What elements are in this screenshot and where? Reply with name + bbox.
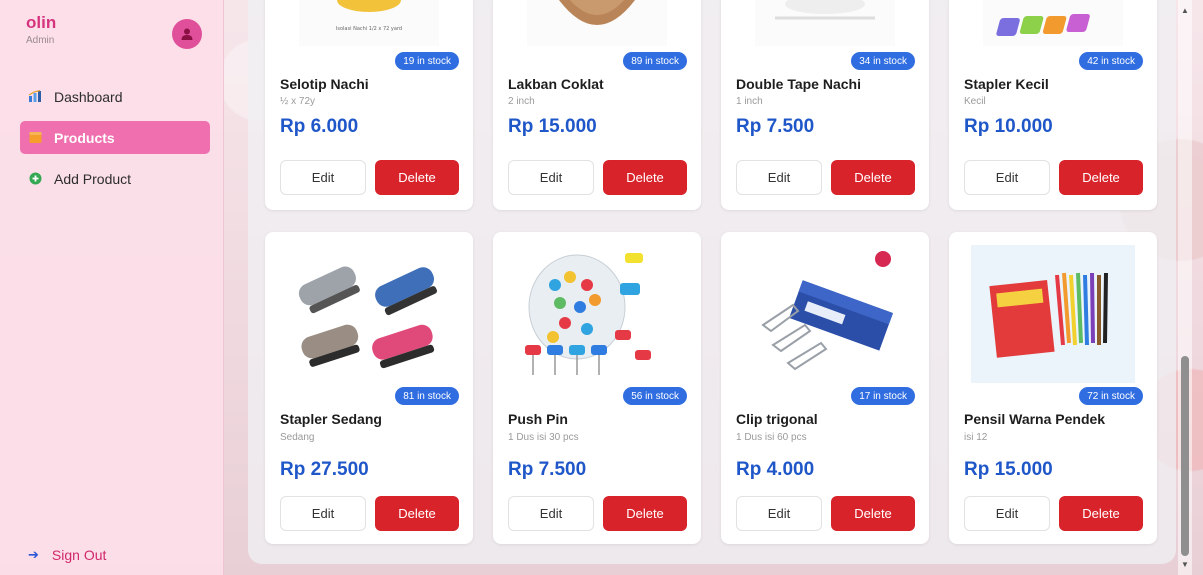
product-card: 72 in stock Pensil Warna Pendek isi 12 R… — [949, 232, 1157, 544]
product-name: Stapler Kecil — [964, 76, 1049, 92]
product-card: 17 in stock Clip trigonal 1 Dus isi 60 p… — [721, 232, 929, 544]
sidebar: olin Admin Dashboard Products Add Produc… — [0, 0, 224, 575]
product-description: isi 12 — [964, 432, 988, 443]
product-price: Rp 4.000 — [736, 459, 815, 480]
product-image — [743, 245, 907, 383]
product-description: 1 Dus isi 30 pcs — [508, 432, 579, 443]
product-name: Lakban Coklat — [508, 76, 604, 92]
plus-circle-icon — [28, 172, 42, 186]
product-image — [735, 0, 915, 46]
scroll-up-arrow-icon[interactable]: ▲ — [1181, 6, 1189, 15]
product-price: Rp 15.000 — [508, 116, 597, 137]
product-image — [971, 245, 1135, 383]
sidebar-item-add-product[interactable]: Add Product — [20, 162, 210, 195]
sign-out-button[interactable]: ➔ Sign Out — [28, 547, 106, 563]
edit-button[interactable]: Edit — [280, 496, 366, 531]
sidebar-nav: Dashboard Products Add Product — [20, 80, 210, 203]
product-name: Double Tape Nachi — [736, 76, 861, 92]
sidebar-item-label: Products — [54, 129, 115, 146]
stock-badge: 72 in stock — [1079, 387, 1143, 405]
delete-button[interactable]: Delete — [375, 160, 459, 195]
product-card: Isolasi Nachi 1/2 x 72 yard 19 in stock … — [265, 0, 473, 210]
delete-button[interactable]: Delete — [1059, 160, 1143, 195]
product-image — [507, 0, 687, 46]
edit-button[interactable]: Edit — [736, 160, 822, 195]
stock-badge: 42 in stock — [1079, 52, 1143, 70]
svg-text:Isolasi Nachi 1/2 x 72 yard: Isolasi Nachi 1/2 x 72 yard — [336, 26, 402, 32]
product-image — [963, 0, 1143, 46]
delete-button[interactable]: Delete — [831, 160, 915, 195]
stock-badge: 34 in stock — [851, 52, 915, 70]
sign-out-arrow-icon: ➔ — [28, 547, 39, 562]
edit-button[interactable]: Edit — [508, 496, 594, 531]
product-description: Kecil — [964, 96, 986, 107]
product-description: ½ x 72y — [280, 96, 316, 107]
edit-button[interactable]: Edit — [736, 496, 822, 531]
sign-out-label: Sign Out — [51, 547, 107, 563]
product-price: Rp 7.500 — [736, 116, 815, 137]
product-image — [287, 245, 451, 383]
sidebar-item-products[interactable]: Products — [20, 121, 210, 154]
product-name: Clip trigonal — [736, 411, 818, 427]
delete-button[interactable]: Delete — [375, 496, 459, 531]
product-price: Rp 6.000 — [280, 116, 359, 137]
product-card: 56 in stock Push Pin 1 Dus isi 30 pcs Rp… — [493, 232, 701, 544]
product-price: Rp 7.500 — [508, 459, 587, 480]
delete-button[interactable]: Delete — [1059, 496, 1143, 531]
edit-button[interactable]: Edit — [508, 160, 594, 195]
stock-badge: 81 in stock — [395, 387, 459, 405]
brand: olin Admin — [26, 13, 56, 46]
stock-badge: 17 in stock — [851, 387, 915, 405]
user-role: Admin — [26, 35, 55, 46]
product-price: Rp 15.000 — [964, 459, 1053, 480]
products-panel: Isolasi Nachi 1/2 x 72 yard 19 in stock … — [248, 0, 1176, 564]
stock-badge: 19 in stock — [395, 52, 459, 70]
product-image — [515, 245, 679, 383]
product-image: Isolasi Nachi 1/2 x 72 yard — [279, 0, 459, 46]
scroll-thumb[interactable] — [1181, 356, 1189, 556]
brand-name: olin — [26, 13, 57, 32]
edit-button[interactable]: Edit — [964, 160, 1050, 195]
product-name: Selotip Nachi — [280, 76, 369, 92]
products-box-icon — [28, 131, 42, 145]
scroll-down-arrow-icon[interactable]: ▼ — [1181, 560, 1189, 569]
stock-badge: 89 in stock — [623, 52, 687, 70]
user-avatar-icon — [181, 28, 193, 40]
product-name: Pensil Warna Pendek — [964, 411, 1106, 427]
product-name: Push Pin — [508, 411, 568, 427]
product-price: Rp 27.500 — [280, 459, 369, 480]
sidebar-item-label: Add Product — [54, 170, 132, 187]
delete-button[interactable]: Delete — [603, 496, 687, 531]
product-card: 81 in stock Stapler Sedang Sedang Rp 27.… — [265, 232, 473, 544]
delete-button[interactable]: Delete — [831, 496, 915, 531]
scrollbar[interactable]: ▲ ▼ — [1178, 0, 1192, 575]
delete-button[interactable]: Delete — [603, 160, 687, 195]
product-description: 1 inch — [736, 96, 763, 107]
edit-button[interactable]: Edit — [964, 496, 1050, 531]
avatar[interactable] — [172, 19, 202, 49]
stock-badge: 56 in stock — [623, 387, 687, 405]
sidebar-item-label: Dashboard — [54, 88, 123, 105]
dashboard-chart-icon — [28, 90, 42, 104]
product-card: 34 in stock Double Tape Nachi 1 inch Rp … — [721, 0, 929, 210]
edit-button[interactable]: Edit — [280, 160, 366, 195]
product-description: Sedang — [280, 432, 315, 443]
product-description: 1 Dus isi 60 pcs — [736, 432, 807, 443]
product-description: 2 inch — [508, 96, 535, 107]
product-price: Rp 10.000 — [964, 116, 1053, 137]
sidebar-item-dashboard[interactable]: Dashboard — [20, 80, 210, 113]
product-card: 89 in stock Lakban Coklat 2 inch Rp 15.0… — [493, 0, 701, 210]
product-name: Stapler Sedang — [280, 411, 382, 427]
product-card: 42 in stock Stapler Kecil Kecil Rp 10.00… — [949, 0, 1157, 210]
